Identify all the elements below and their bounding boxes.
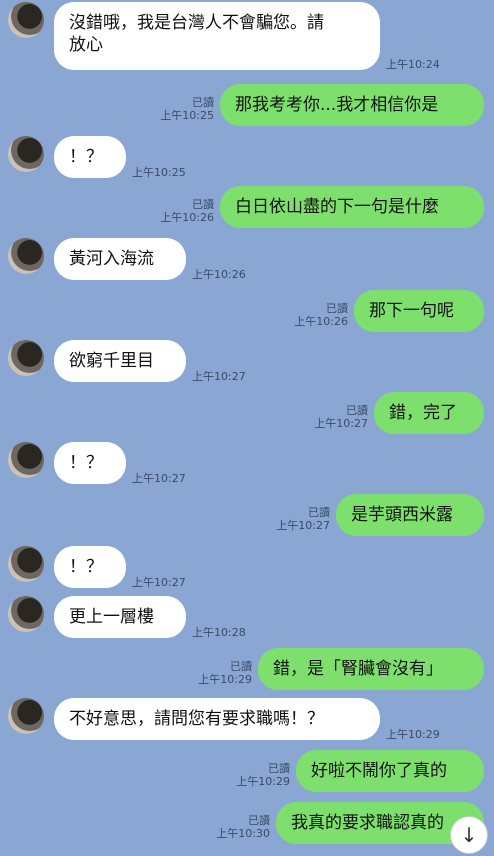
message-timestamp: 上午10:24 xyxy=(386,58,440,71)
read-receipt: 已讀 xyxy=(268,762,290,775)
contact-avatar[interactable] xyxy=(8,136,44,172)
scroll-to-bottom-button[interactable]: ↓ xyxy=(450,816,488,854)
message-meta: 上午10:25 xyxy=(132,166,186,179)
message-timestamp: 上午10:27 xyxy=(132,472,186,485)
contact-avatar[interactable] xyxy=(8,340,44,376)
message-timestamp: 上午10:30 xyxy=(216,827,270,840)
outgoing-message-bubble[interactable]: 錯，完了 xyxy=(374,392,484,434)
outgoing-message-bubble[interactable]: 那下一句呢 xyxy=(354,290,484,332)
message-meta: 上午10:26 xyxy=(192,268,246,281)
message-meta: 上午10:29 xyxy=(386,728,440,741)
message-timestamp: 上午10:29 xyxy=(386,728,440,741)
arrow-down-icon: ↓ xyxy=(460,823,478,847)
message-timestamp: 上午10:27 xyxy=(314,417,368,430)
contact-avatar[interactable] xyxy=(8,442,44,478)
contact-avatar[interactable] xyxy=(8,698,44,734)
incoming-message-bubble[interactable]: 更上一層樓 xyxy=(54,596,186,638)
message-timestamp: 上午10:27 xyxy=(192,370,246,383)
contact-avatar[interactable] xyxy=(8,546,44,582)
incoming-message-bubble[interactable]: 黃河入海流 xyxy=(54,238,186,280)
outgoing-message-bubble[interactable]: 錯，是「腎臟會沒有」 xyxy=(258,648,484,690)
read-receipt: 已讀 xyxy=(192,96,214,109)
read-receipt: 已讀 xyxy=(326,302,348,315)
message-meta: 已讀 上午10:29 xyxy=(190,660,252,686)
message-meta: 已讀 上午10:26 xyxy=(152,198,214,224)
message-timestamp: 上午10:25 xyxy=(132,166,186,179)
read-receipt: 已讀 xyxy=(346,404,368,417)
message-timestamp: 上午10:29 xyxy=(198,673,252,686)
outgoing-message-bubble[interactable]: 好啦不鬧你了真的 xyxy=(296,750,484,792)
message-timestamp: 上午10:26 xyxy=(192,268,246,281)
incoming-message-bubble[interactable]: ！？ xyxy=(54,442,126,484)
read-receipt: 已讀 xyxy=(308,506,330,519)
incoming-message-bubble[interactable]: 不好意思，請問您有要求職嗎！？ xyxy=(54,698,380,740)
message-timestamp: 上午10:27 xyxy=(276,519,330,532)
message-meta: 已讀 上午10:30 xyxy=(208,814,270,840)
message-meta: 已讀 上午10:29 xyxy=(228,762,290,788)
message-timestamp: 上午10:29 xyxy=(236,775,290,788)
message-meta: 上午10:27 xyxy=(192,370,246,383)
message-meta: 上午10:24 xyxy=(386,58,440,71)
message-timestamp: 上午10:27 xyxy=(132,576,186,589)
incoming-message-bubble[interactable]: 欲窮千里目 xyxy=(54,340,186,382)
outgoing-message-bubble[interactable]: 那我考考你...我才相信你是 xyxy=(220,84,484,126)
outgoing-message-bubble[interactable]: 白日依山盡的下一句是什麼 xyxy=(220,186,484,228)
message-timestamp: 上午10:28 xyxy=(192,626,246,639)
message-meta: 已讀 上午10:27 xyxy=(306,404,368,430)
incoming-message-bubble[interactable]: 沒錯哦，我是台灣人不會騙您。請 放心 xyxy=(54,2,380,70)
message-timestamp: 上午10:25 xyxy=(160,109,214,122)
outgoing-message-bubble[interactable]: 是芋頭西米露 xyxy=(336,494,484,536)
contact-avatar[interactable] xyxy=(8,238,44,274)
message-timestamp: 上午10:26 xyxy=(160,211,214,224)
message-timestamp: 上午10:26 xyxy=(294,315,348,328)
contact-avatar[interactable] xyxy=(8,2,44,38)
incoming-message-bubble[interactable]: ！？ xyxy=(54,546,126,588)
read-receipt: 已讀 xyxy=(230,660,252,673)
message-meta: 上午10:28 xyxy=(192,626,246,639)
message-meta: 已讀 上午10:27 xyxy=(268,506,330,532)
chat-area[interactable]: 沒錯哦，我是台灣人不會騙您。請 放心 上午10:24 那我考考你...我才相信你是已… xyxy=(0,0,494,856)
incoming-message-bubble[interactable]: ！？ xyxy=(54,136,126,178)
message-meta: 上午10:27 xyxy=(132,576,186,589)
read-receipt: 已讀 xyxy=(248,814,270,827)
message-meta: 上午10:27 xyxy=(132,472,186,485)
contact-avatar[interactable] xyxy=(8,596,44,632)
read-receipt: 已讀 xyxy=(192,198,214,211)
message-meta: 已讀 上午10:26 xyxy=(286,302,348,328)
message-meta: 已讀 上午10:25 xyxy=(152,96,214,122)
